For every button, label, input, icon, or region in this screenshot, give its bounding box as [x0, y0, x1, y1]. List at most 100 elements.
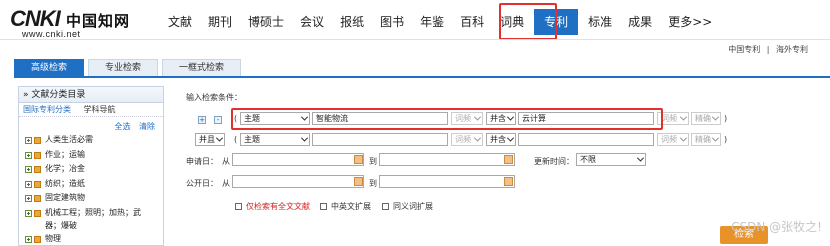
category-sidebar: » 文献分类目录 国际专利分类 学科导航 全选 清除 人类生活必需 作业；运输 … [18, 86, 164, 246]
expand-icon[interactable] [25, 236, 32, 243]
logo-chinese: 中国知网 [66, 10, 130, 31]
chevron-down-icon [507, 135, 514, 142]
synonym-expand-label: 同义词扩展 [393, 201, 433, 212]
checkbox-icon[interactable] [34, 181, 41, 188]
row2-field-select[interactable]: 主题 [240, 133, 310, 146]
category-label: 固定建筑物 [45, 191, 85, 206]
nav-item-huiyi[interactable]: 会议 [292, 9, 332, 35]
apply-date-from: 从 [222, 156, 230, 167]
checkbox-icon[interactable] [34, 152, 41, 159]
nav-item-biaozhun[interactable]: 标准 [580, 9, 620, 35]
link-sep: | [767, 45, 770, 54]
calendar-icon[interactable] [354, 155, 363, 164]
chevron-down-icon [216, 135, 223, 142]
tab-single-box-search[interactable]: 一框式检索 [162, 59, 241, 76]
top-nav: 文献 期刊 博硕士 会议 报纸 图书 年鉴 百科 词典 专利 标准 成果 更多>… [160, 9, 720, 35]
checkbox-icon[interactable] [34, 236, 41, 243]
update-time-select[interactable]: 不限 [576, 153, 646, 166]
nav-item-baozhi[interactable]: 报纸 [332, 9, 372, 35]
remove-row-button[interactable]: - [214, 116, 222, 124]
fulltext-only-label: 仅检索有全文文献 [246, 201, 310, 212]
search-tabs: 高级检索 专业检索 一框式检索 [14, 59, 245, 76]
sidebar-ops: 全选 清除 [19, 117, 163, 133]
tab-professional-search[interactable]: 专业检索 [88, 59, 158, 76]
chevron-down-icon [301, 135, 308, 142]
form-heading: 输入检索条件： [186, 92, 242, 103]
row2-logic-value: 并且 [199, 135, 215, 144]
checkbox-icon[interactable] [34, 137, 41, 144]
pub-date-to-input[interactable] [379, 175, 515, 188]
subtab-subject-nav[interactable]: 学科导航 [84, 105, 116, 114]
row2-match2-value: 词频 [661, 135, 677, 144]
checkbox-icon[interactable] [34, 195, 41, 202]
expand-icon[interactable] [25, 152, 32, 159]
category-label: 人类生活必需 [45, 133, 93, 148]
update-time-value: 不限 [580, 155, 596, 164]
link-overseas-patent[interactable]: 海外专利 [776, 45, 808, 54]
row2-logic-select[interactable]: 并且 [195, 133, 225, 146]
category-item[interactable]: 作业；运输 [19, 148, 163, 163]
row1-rparen: ) [724, 114, 727, 123]
row2-match1-value: 词频 [455, 135, 471, 144]
expand-icon[interactable] [25, 166, 32, 173]
select-all-link[interactable]: 全选 [114, 122, 130, 131]
synonym-expand-checkbox[interactable] [382, 203, 389, 210]
calendar-icon[interactable] [504, 177, 513, 186]
checkbox-icon[interactable] [34, 166, 41, 173]
row1-precision-select[interactable]: 精确 [691, 112, 721, 125]
fulltext-only-checkbox[interactable] [235, 203, 242, 210]
nav-item-qikan[interactable]: 期刊 [200, 9, 240, 35]
checkbox-icon[interactable] [34, 210, 41, 217]
apply-date-to-input[interactable] [379, 153, 515, 166]
category-item[interactable]: 固定建筑物 [19, 191, 163, 206]
apply-date-to: 到 [369, 156, 377, 167]
nav-item-wenxian[interactable]: 文献 [160, 9, 200, 35]
sidebar-title: 文献分类目录 [31, 90, 85, 100]
row2-op-value: 并含 [490, 135, 506, 144]
row2-keyword-input[interactable] [312, 133, 448, 146]
tab-advanced-search[interactable]: 高级检索 [14, 59, 84, 76]
add-row-button[interactable]: + [198, 116, 206, 124]
row2-match2-select[interactable]: 词频 [657, 133, 689, 146]
nav-item-nianjian[interactable]: 年鉴 [412, 9, 452, 35]
expand-icon[interactable] [25, 137, 32, 144]
row2-op-select[interactable]: 并含 [486, 133, 516, 146]
apply-date-label: 申请日： [186, 156, 218, 167]
pub-date-from-input[interactable] [232, 175, 364, 188]
category-item[interactable]: 机械工程；照明；加热；武器；爆破 [19, 206, 163, 232]
row2-match1-select[interactable]: 词频 [451, 133, 483, 146]
nav-highlight-box [499, 3, 557, 40]
category-label: 化学；冶金 [45, 162, 85, 177]
cnki-logo[interactable]: CNKI 中国知网 www.cnki.net [8, 6, 138, 38]
watermark: CSDN @张牧之! [731, 218, 822, 235]
category-item[interactable]: 纺织；造纸 [19, 177, 163, 192]
category-item[interactable]: 人类生活必需 [19, 133, 163, 148]
row2-precision-select[interactable]: 精确 [691, 133, 721, 146]
nav-item-baike[interactable]: 百科 [452, 9, 492, 35]
collapse-icon[interactable]: » [23, 90, 29, 100]
clear-link[interactable]: 清除 [139, 122, 155, 131]
cn-en-expand-checkbox[interactable] [320, 203, 327, 210]
row2-keyword2-input[interactable] [518, 133, 654, 146]
nav-item-boshuoshi[interactable]: 博硕士 [240, 9, 292, 35]
link-china-patent[interactable]: 中国专利 [728, 45, 760, 54]
nav-item-tushu[interactable]: 图书 [372, 9, 412, 35]
apply-date-from-input[interactable] [232, 153, 364, 166]
sidebar-subtabs: 国际专利分类 学科导航 [19, 103, 163, 117]
expand-icon[interactable] [25, 210, 32, 217]
calendar-icon[interactable] [504, 155, 513, 164]
pub-date-to: 到 [369, 178, 377, 189]
category-label: 纺织；造纸 [45, 177, 85, 192]
tab-underline [14, 76, 830, 78]
calendar-icon[interactable] [354, 177, 363, 186]
pub-date-label: 公开日： [186, 178, 218, 189]
subtab-ipc[interactable]: 国际专利分类 [23, 105, 71, 114]
expand-icon[interactable] [25, 195, 32, 202]
expand-icon[interactable] [25, 181, 32, 188]
category-item[interactable]: 化学；冶金 [19, 162, 163, 177]
chevron-down-icon [474, 135, 481, 142]
nav-item-more[interactable]: 更多>> [660, 9, 720, 35]
chevron-down-icon [712, 135, 719, 142]
nav-item-chengguo[interactable]: 成果 [620, 9, 660, 35]
update-time-label: 更新时间： [534, 156, 574, 167]
